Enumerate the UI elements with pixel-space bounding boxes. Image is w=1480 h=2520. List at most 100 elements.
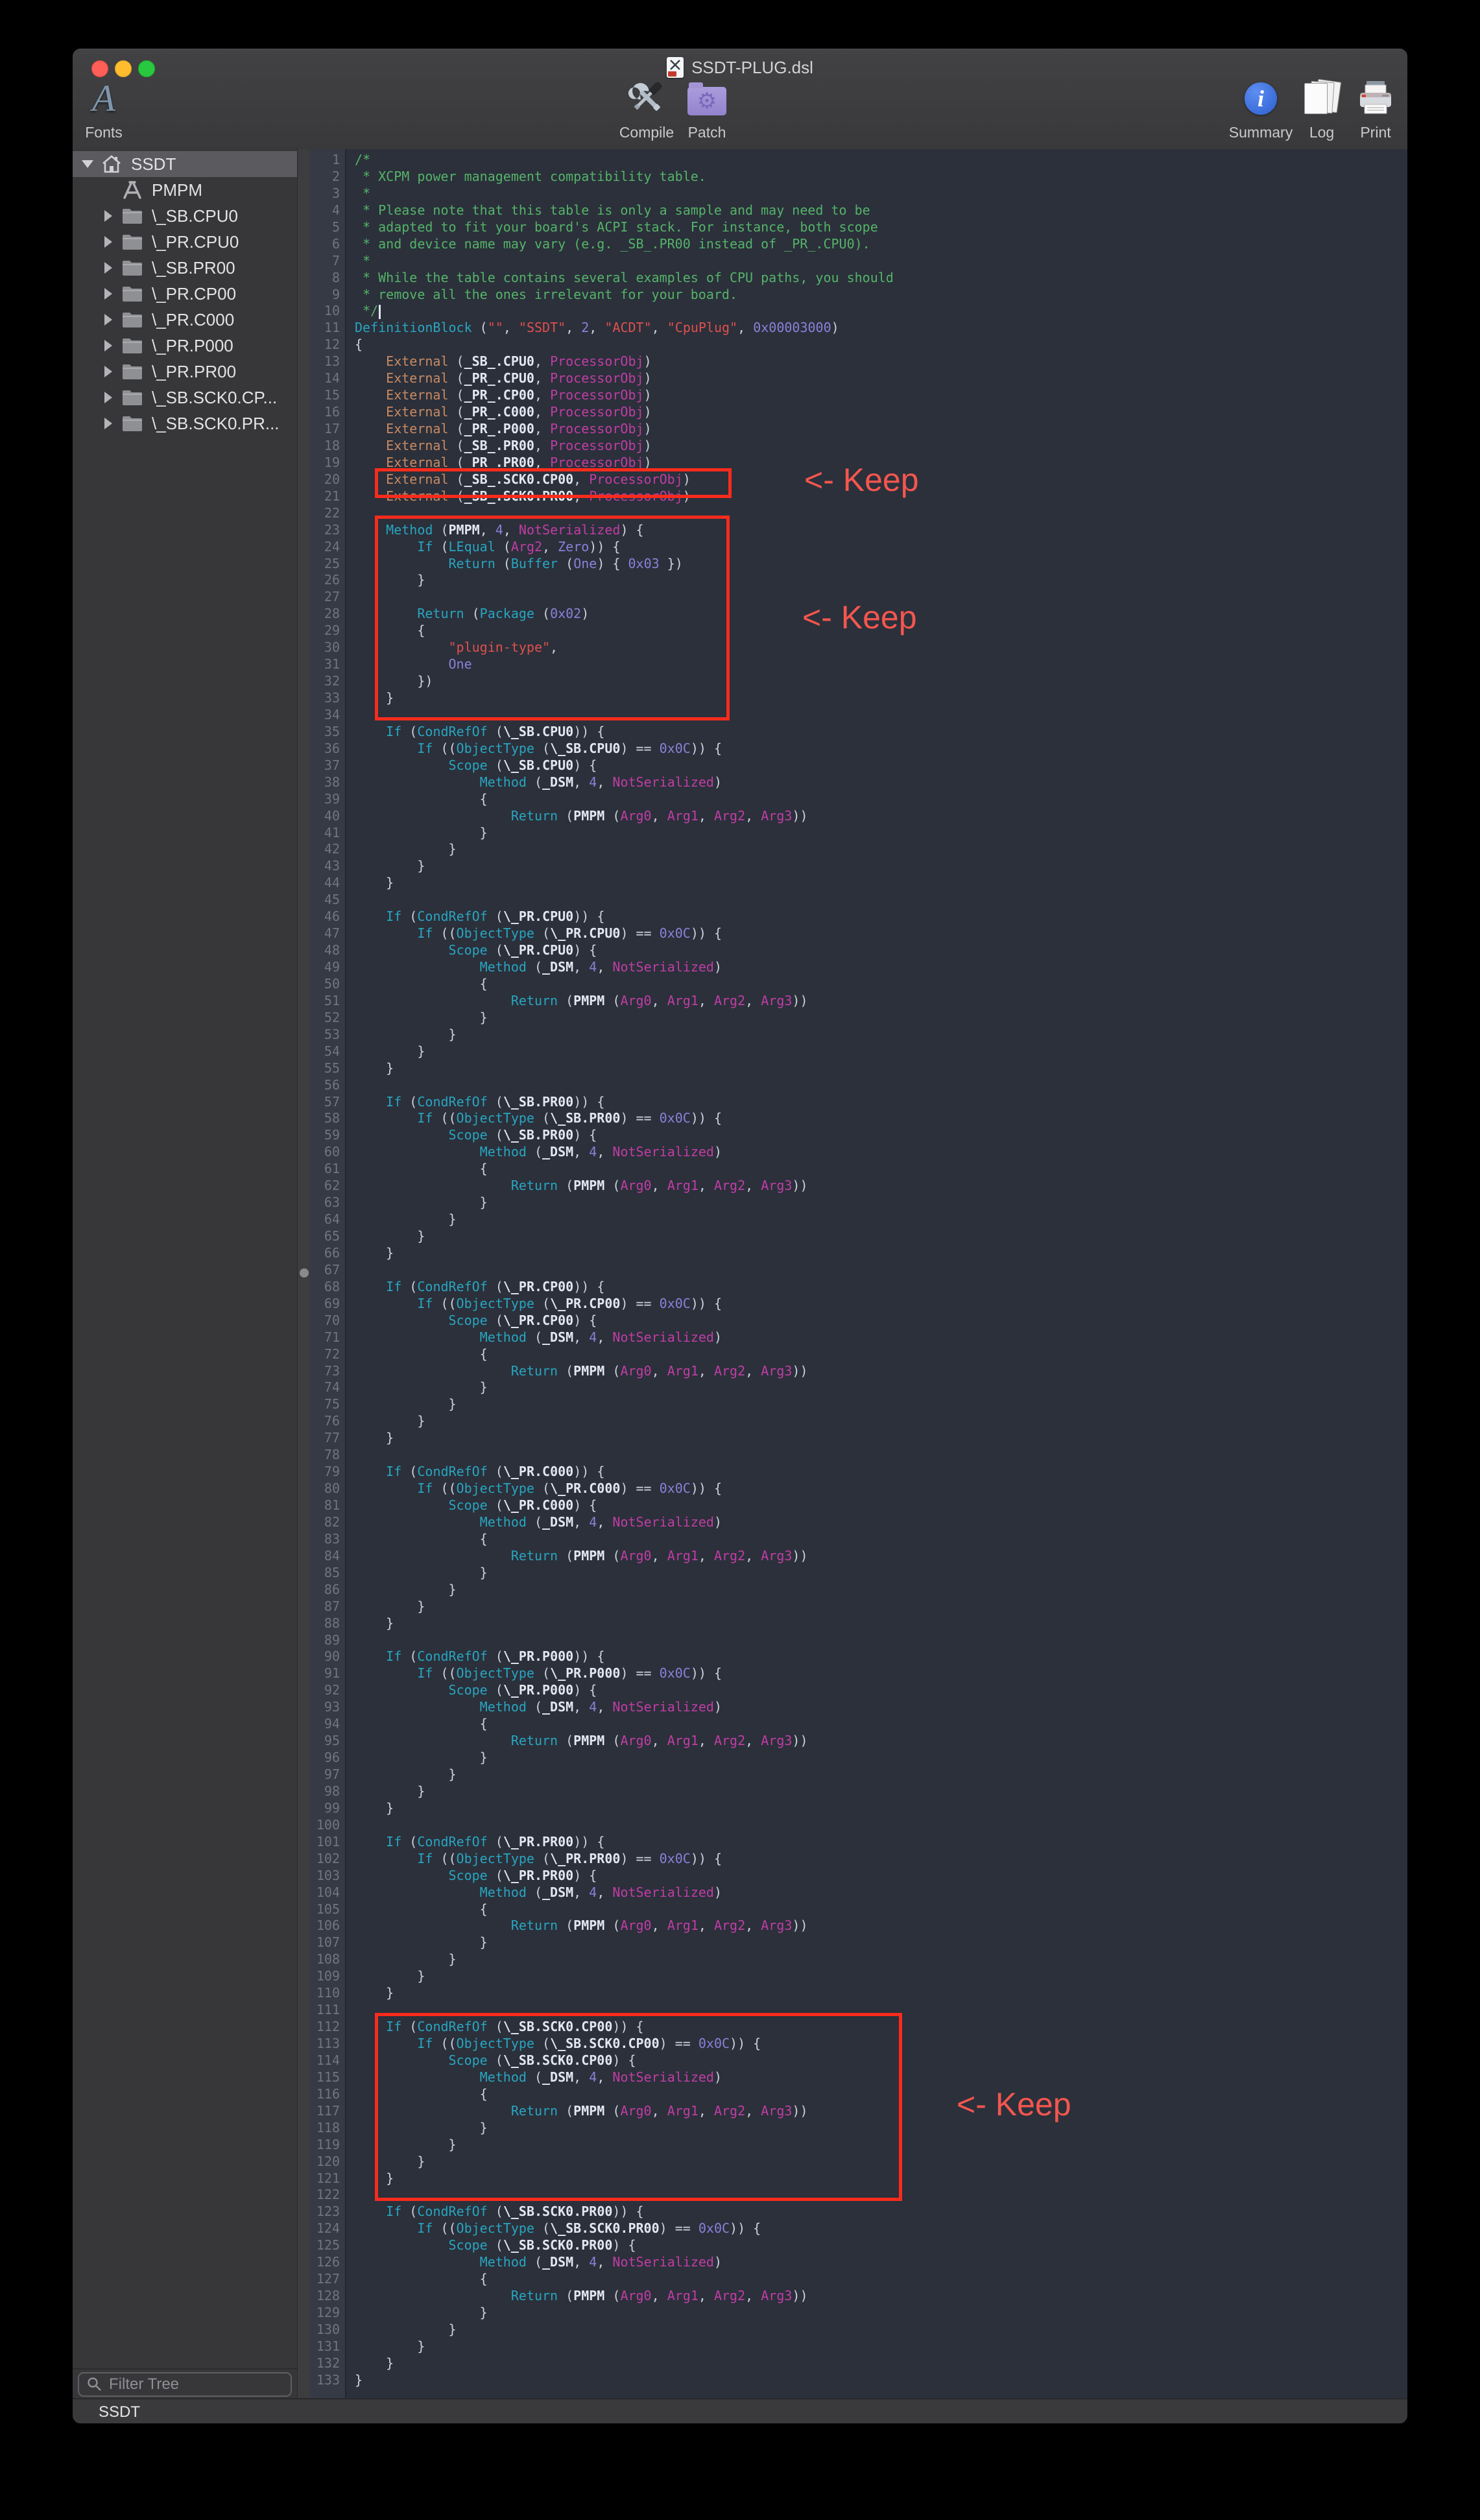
code-line: DefinitionBlock ("", "SSDT", 2, "ACDT", …: [346, 320, 1407, 337]
sidebar-item-pmpm[interactable]: PMPM: [73, 177, 297, 203]
line-number: 105: [310, 1901, 345, 1918]
code-line: Scope (\_SB.CPU0) {: [346, 757, 1407, 774]
code-line: * While the table contains several examp…: [346, 270, 1407, 287]
maciasl-window: SSDT-PLUG.dsl A Fonts: [73, 49, 1407, 2423]
line-number: 25: [310, 556, 345, 573]
sidebar-item-prcpu0[interactable]: \_PR.CPU0: [73, 229, 297, 255]
sidebar-item-prcp00[interactable]: \_PR.CP00: [73, 281, 297, 307]
line-number: 96: [310, 1750, 345, 1766]
code-line: Return (PMPM (Arg0, Arg1, Arg2, Arg3)): [346, 1363, 1407, 1380]
line-number: 132: [310, 2355, 345, 2372]
line-number: 95: [310, 1733, 345, 1750]
compile-button[interactable]: Compile: [611, 77, 682, 141]
line-number: 36: [310, 741, 345, 757]
patch-button[interactable]: ⚙ Patch: [678, 77, 736, 141]
line-number: 88: [310, 1615, 345, 1632]
code-line: /*: [346, 152, 1407, 169]
code-line: External (_PR_.CP00, ProcessorObj): [346, 387, 1407, 404]
print-label: Print: [1360, 124, 1390, 141]
code-line: [346, 892, 1407, 909]
code-line: {: [346, 337, 1407, 353]
line-number: 14: [310, 370, 345, 387]
summary-button[interactable]: i Summary: [1225, 77, 1296, 141]
document-icon: [667, 57, 684, 78]
sidebar-item-prc000[interactable]: \_PR.C000: [73, 307, 297, 333]
line-number: 125: [310, 2237, 345, 2254]
printer-icon: [1356, 77, 1395, 120]
folder-icon: [119, 208, 145, 225]
sidebar-item-prp000[interactable]: \_PR.P000: [73, 333, 297, 359]
window-chrome: SSDT-PLUG.dsl A Fonts: [73, 49, 1407, 150]
sidebar-item-label: SSDT: [131, 154, 176, 174]
code-line: }: [346, 1934, 1407, 1951]
pane-splitter[interactable]: [297, 149, 311, 2398]
line-number: 89: [310, 1632, 345, 1649]
sidebar-item-sbpr00[interactable]: \_SB.PR00: [73, 255, 297, 281]
line-number: 6: [310, 236, 345, 253]
disclosure-triangle[interactable]: [100, 210, 117, 222]
line-number: 112: [310, 2019, 345, 2036]
code-line: *: [346, 253, 1407, 270]
disclosure-triangle[interactable]: [100, 314, 117, 326]
code-line: Method (_DSM, 4, NotSerialized): [346, 1699, 1407, 1716]
code-line: {: [346, 976, 1407, 993]
log-button[interactable]: Log: [1302, 77, 1341, 141]
line-number: 128: [310, 2288, 345, 2305]
line-number: 82: [310, 1514, 345, 1531]
line-number: 61: [310, 1161, 345, 1178]
code-line: If ((ObjectType (\_PR.CPU0) == 0x0C)) {: [346, 925, 1407, 942]
line-number: 47: [310, 925, 345, 942]
disclosure-triangle[interactable]: [100, 340, 117, 351]
line-number: 117: [310, 2103, 345, 2120]
log-pages-icon: [1303, 79, 1341, 118]
sidebar-item-sbsck0pr[interactable]: \_SB.SCK0.PR...: [73, 410, 297, 436]
line-number: 13: [310, 353, 345, 370]
line-number: 100: [310, 1817, 345, 1834]
line-number: 42: [310, 841, 345, 858]
disclosure-triangle[interactable]: [100, 392, 117, 403]
code-line: [346, 1817, 1407, 1834]
keep-annotation-label: <- Keep: [957, 2086, 1071, 2122]
disclosure-triangle[interactable]: [100, 262, 117, 274]
sidebar-item-sbsck0cp[interactable]: \_SB.SCK0.CP...: [73, 385, 297, 410]
line-number: 28: [310, 606, 345, 623]
line-number: 110: [310, 1985, 345, 2002]
line-number: 111: [310, 2002, 345, 2019]
info-icon: i: [1245, 82, 1277, 115]
disclosure-triangle[interactable]: [79, 160, 96, 168]
line-number: 133: [310, 2372, 345, 2389]
method-icon: [119, 181, 145, 199]
line-number: 56: [310, 1077, 345, 1094]
line-number: 108: [310, 1951, 345, 1968]
line-number: 97: [310, 1766, 345, 1783]
keep-annotation-label: <- Keep: [802, 599, 917, 636]
code-line: }: [346, 2372, 1407, 2389]
code-line: }: [346, 1413, 1407, 1430]
line-number: 57: [310, 1094, 345, 1111]
line-number: 104: [310, 1884, 345, 1901]
log-label: Log: [1309, 124, 1334, 141]
code-line: Method (_DSM, 4, NotSerialized): [346, 959, 1407, 976]
compile-icon: [625, 77, 668, 120]
line-number: 70: [310, 1313, 345, 1329]
disclosure-triangle[interactable]: [100, 418, 117, 429]
document-scribble: [669, 59, 681, 71]
disclosure-triangle[interactable]: [100, 236, 117, 248]
code-line: Scope (\_PR.P000) {: [346, 1682, 1407, 1699]
status-bar: SSDT: [73, 2398, 1407, 2423]
fonts-button[interactable]: A Fonts: [78, 77, 130, 141]
print-button[interactable]: Print: [1352, 77, 1399, 141]
filter-tree-field[interactable]: [78, 2372, 292, 2397]
sidebar-item-label: PMPM: [152, 180, 202, 200]
code-line: {: [346, 1531, 1407, 1548]
splitter-handle[interactable]: [300, 1268, 309, 1278]
filter-tree-input[interactable]: [108, 2375, 272, 2394]
disclosure-triangle[interactable]: [100, 288, 117, 300]
sidebar-item-ssdt[interactable]: SSDT: [73, 151, 297, 177]
disclosure-triangle[interactable]: [100, 366, 117, 377]
sidebar-item-prpr00[interactable]: \_PR.PR00: [73, 359, 297, 385]
line-number: 118: [310, 2120, 345, 2137]
code-line: Scope (\_PR.CP00) {: [346, 1313, 1407, 1329]
sidebar-item-sbcpu0[interactable]: \_SB.CPU0: [73, 203, 297, 229]
line-number: 115: [310, 2069, 345, 2086]
